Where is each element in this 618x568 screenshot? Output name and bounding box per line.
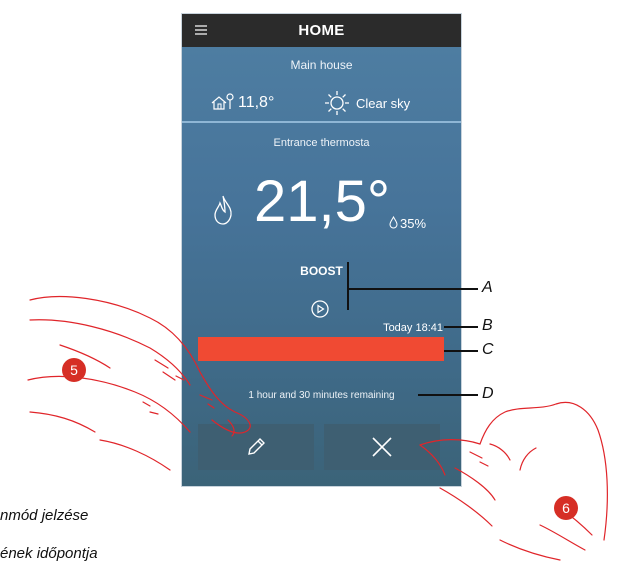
caption-line-1: nmód jelzése	[0, 507, 89, 524]
step-marker-5: 5	[62, 358, 86, 382]
step-marker-6: 6	[554, 496, 578, 520]
caption-line-2: ének időpontja	[0, 545, 98, 562]
hand-illustrations	[27, 296, 608, 561]
